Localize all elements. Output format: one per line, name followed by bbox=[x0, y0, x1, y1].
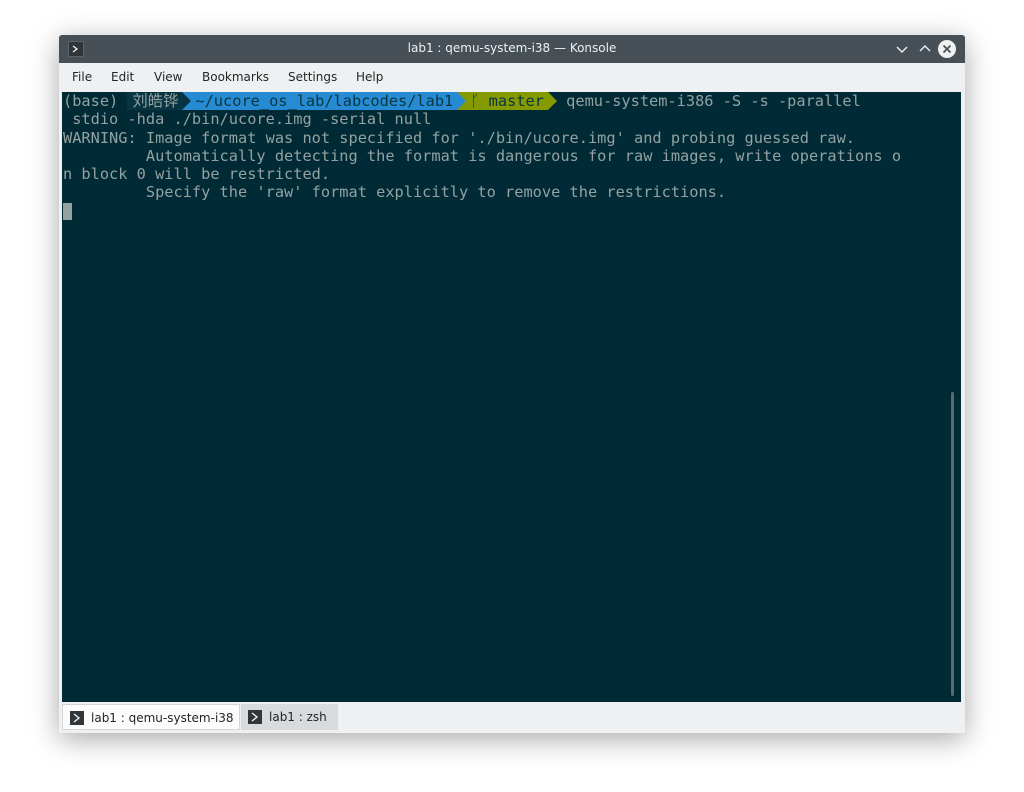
menu-settings[interactable]: Settings bbox=[288, 70, 337, 84]
tab-qemu[interactable]: lab1 : qemu-system-i38 bbox=[62, 704, 240, 730]
menu-edit[interactable]: Edit bbox=[111, 70, 134, 84]
menu-bookmarks[interactable]: Bookmarks bbox=[202, 70, 269, 84]
tab-label: lab1 : zsh bbox=[269, 710, 327, 724]
output-line: Specify the 'raw' format explicitly to r… bbox=[63, 183, 727, 201]
minimize-button[interactable] bbox=[893, 40, 911, 58]
command-continuation: stdio -hda ./bin/ucore.img -serial null bbox=[63, 110, 432, 128]
terminal-icon bbox=[248, 710, 262, 724]
maximize-button[interactable] bbox=[916, 40, 934, 58]
terminal-view[interactable]: (base) 刘皓铧 ~/ucore_os_lab/labcodes/lab1 ᚴ … bbox=[62, 92, 961, 702]
tab-bar: lab1 : qemu-system-i38 lab1 : zsh bbox=[59, 702, 965, 733]
output-line: WARNING: Image format was not specified … bbox=[63, 129, 856, 147]
output-line: n block 0 will be restricted. bbox=[63, 165, 331, 183]
menu-help[interactable]: Help bbox=[356, 70, 383, 84]
terminal-cursor bbox=[63, 203, 72, 220]
konsole-window: lab1 : qemu-system-i38 — Konsole File Ed… bbox=[59, 35, 965, 733]
prompt-path: ~/ucore_os_lab/labcodes/lab1 bbox=[191, 92, 458, 110]
prompt-env: (base) bbox=[63, 92, 119, 110]
terminal-scrollbar[interactable] bbox=[951, 392, 954, 696]
git-branch: master bbox=[488, 92, 544, 110]
prompt-user: 刘皓铧 bbox=[127, 92, 183, 110]
close-icon bbox=[938, 40, 956, 58]
title-bar[interactable]: lab1 : qemu-system-i38 — Konsole bbox=[59, 35, 965, 63]
prompt-separator-icon bbox=[547, 92, 557, 110]
close-button[interactable] bbox=[938, 40, 956, 58]
prompt-git: ᚴ master bbox=[466, 92, 548, 110]
terminal-icon bbox=[70, 711, 84, 725]
menu-bar: File Edit View Bookmarks Settings Help bbox=[59, 63, 965, 92]
command-text: qemu-system-i386 -S -s -parallel bbox=[556, 92, 861, 110]
menu-view[interactable]: View bbox=[154, 70, 182, 84]
git-branch-icon: ᚴ bbox=[470, 92, 480, 110]
prompt-line: (base) 刘皓铧 ~/ucore_os_lab/labcodes/lab1 ᚴ … bbox=[63, 92, 861, 110]
output-line: Automatically detecting the format is da… bbox=[63, 147, 902, 165]
window-title: lab1 : qemu-system-i38 — Konsole bbox=[407, 41, 617, 55]
chevron-up-icon bbox=[919, 45, 931, 52]
menu-file[interactable]: File bbox=[72, 70, 92, 84]
tab-label: lab1 : qemu-system-i38 bbox=[91, 711, 234, 725]
prompt-separator-icon bbox=[457, 92, 467, 110]
tab-zsh[interactable]: lab1 : zsh bbox=[241, 704, 338, 730]
chevron-down-icon bbox=[896, 46, 908, 53]
